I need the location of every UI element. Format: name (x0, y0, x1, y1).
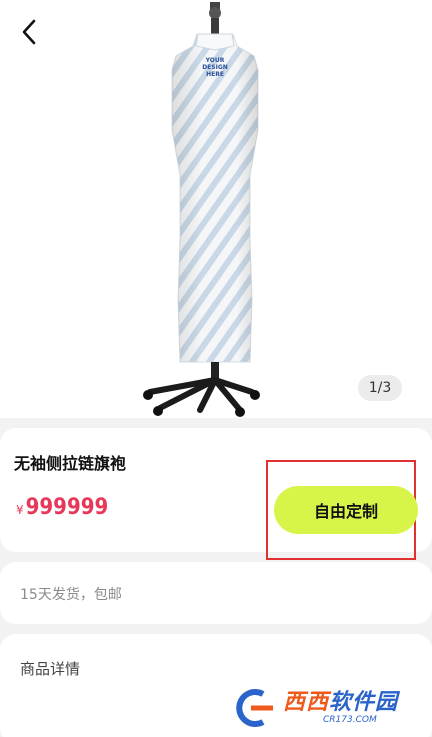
watermark-brand-b: 软件园 (329, 690, 399, 715)
product-price: ¥999999 (16, 495, 108, 520)
product-title: 无袖侧拉链旗袍 (14, 454, 127, 473)
product-details-title: 商品详情 (20, 660, 81, 678)
design-placeholder-line2: DESIGN (202, 64, 228, 71)
watermark-logo: 西西软件园 CR173.COM (233, 686, 415, 730)
shipping-card: 15天发货，包邮 (0, 562, 432, 624)
product-gallery[interactable]: YOUR DESIGN HERE 1/3 (0, 0, 432, 418)
chevron-left-icon (22, 19, 36, 45)
shipping-info: 15天发货，包邮 (20, 587, 122, 603)
design-placeholder-line3: HERE (206, 71, 224, 78)
design-placeholder-line1: YOUR (205, 57, 225, 64)
watermark-icon (236, 689, 273, 727)
watermark-brand-a: 西西 (283, 690, 330, 715)
back-button[interactable] (14, 16, 46, 48)
customize-button[interactable]: 自由定制 (274, 486, 418, 534)
product-image: YOUR DESIGN HERE (143, 2, 260, 417)
image-page-indicator: 1/3 (358, 375, 402, 401)
price-value: 999999 (25, 495, 109, 520)
currency-symbol: ¥ (16, 503, 24, 517)
watermark-url: CR173.COM (323, 715, 377, 725)
